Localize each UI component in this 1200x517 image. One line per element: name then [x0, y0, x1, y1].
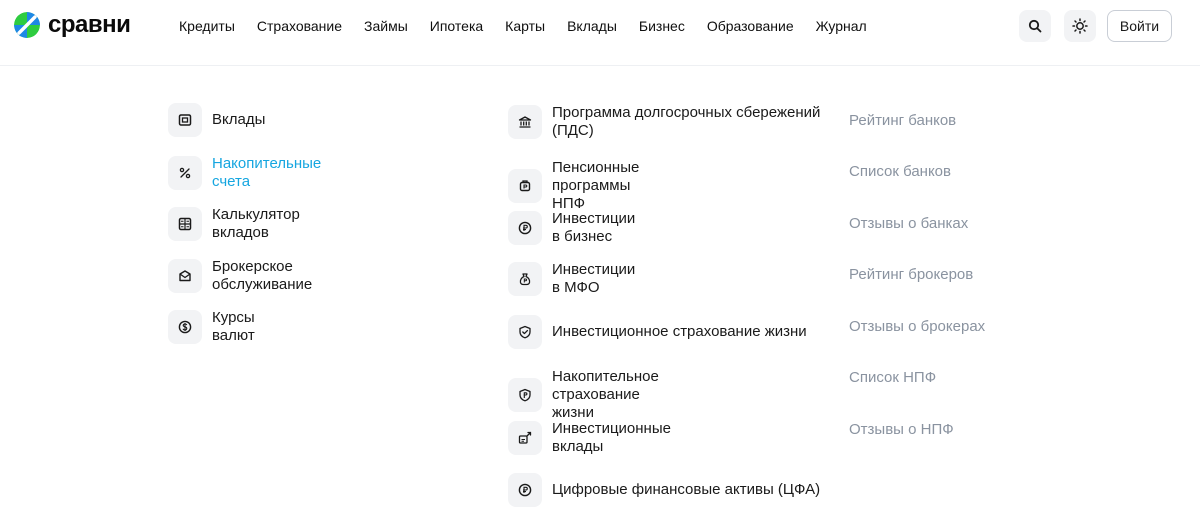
menu-item-savings-accounts[interactable]: Накопительные счета [168, 155, 321, 191]
ruble-coin-icon [518, 221, 532, 235]
nav-item-loans[interactable]: Займы [364, 18, 408, 34]
menu-item-pds[interactable]: Программа долгосрочных сбережений (ПДС) [508, 104, 824, 140]
menu-item-deposit-calculator[interactable]: Калькулятор вкладов [168, 206, 300, 242]
link-npf-reviews[interactable]: Отзывы о НПФ [849, 421, 954, 438]
menu-item-label: Курсы валют [212, 309, 255, 344]
login-button[interactable]: Войти [1107, 10, 1172, 42]
bank-icon [518, 116, 532, 128]
money-bag-icon [519, 273, 531, 286]
nav-item-business[interactable]: Бизнес [639, 18, 685, 34]
nav-item-credits[interactable]: Кредиты [179, 18, 235, 34]
menu-item-savings-life-insurance[interactable]: Накопительное страхование жизни [508, 368, 659, 422]
menu-item-investment-life-insurance[interactable]: Инвестиционное страхование жизни [508, 315, 824, 349]
calculator-icon [178, 217, 192, 231]
nav-item-deposits[interactable]: Вклады [567, 18, 617, 34]
search-button[interactable] [1019, 10, 1051, 42]
menu-item-digital-assets[interactable]: Цифровые финансовые активы (ЦФА) [508, 473, 824, 507]
growth-icon [518, 431, 532, 444]
link-broker-reviews[interactable]: Отзывы о брокерах [849, 318, 985, 335]
link-bank-rating[interactable]: Рейтинг банков [849, 112, 956, 129]
menu-item-label: Инвестиционное страхование жизни [552, 323, 807, 340]
menu-item-label: Калькулятор вкладов [212, 206, 300, 241]
menu-item-label: Инвестиционные вклады [552, 420, 671, 455]
menu-item-brokerage[interactable]: Брокерское обслуживание [168, 258, 312, 294]
menu-item-npf-pension[interactable]: Пенсионные программы НПФ [508, 159, 639, 213]
currency-icon [178, 320, 192, 334]
logo-text: сравни [48, 11, 131, 38]
pension-icon [519, 180, 531, 192]
link-broker-rating[interactable]: Рейтинг брокеров [849, 266, 973, 283]
sun-icon [1072, 18, 1088, 34]
menu-item-business-investments[interactable]: Инвестиции в бизнес [508, 210, 635, 246]
menu-item-label: Накопительное страхование жизни [552, 368, 659, 421]
menu-item-label: Пенсионные программы НПФ [552, 159, 640, 212]
link-bank-list[interactable]: Список банков [849, 163, 951, 180]
menu-item-label: Вклады [212, 111, 266, 128]
menu-item-label: Цифровые финансовые активы (ЦФА) [552, 481, 821, 498]
link-bank-reviews[interactable]: Отзывы о банках [849, 215, 968, 232]
nav-item-education[interactable]: Образование [707, 18, 794, 34]
menu-item-label: Инвестиции в МФО [552, 261, 636, 296]
link-npf-list[interactable]: Список НПФ [849, 369, 936, 386]
search-icon [1028, 19, 1042, 33]
menu-item-mfo-investments[interactable]: Инвестиции в МФО [508, 261, 635, 297]
shield-ruble-icon [519, 388, 531, 402]
menu-item-investment-deposits[interactable]: Инвестиционные вклады [508, 420, 671, 456]
digital-ruble-icon [518, 483, 532, 497]
percent-icon [179, 167, 191, 179]
shield-check-icon [519, 325, 531, 339]
menu-item-exchange-rates[interactable]: Курсы валют [168, 309, 255, 345]
deposit-icon [178, 114, 192, 126]
menu-item-label: Накопительные счета [212, 155, 322, 190]
menu-item-deposits[interactable]: Вклады [168, 103, 265, 137]
nav-item-insurance[interactable]: Страхование [257, 18, 342, 34]
menu-item-label: Программа долгосрочных сбережений (ПДС) [552, 104, 821, 139]
menu-item-label: Брокерское обслуживание [212, 258, 313, 293]
site-header: сравни Кредиты Страхование Займы Ипотека… [0, 0, 1200, 66]
nav-item-mortgage[interactable]: Ипотека [430, 18, 483, 34]
briefcase-icon [179, 270, 191, 282]
main-nav: Кредиты Страхование Займы Ипотека Карты … [179, 0, 889, 52]
theme-toggle-button[interactable] [1064, 10, 1096, 42]
menu-item-label: Инвестиции в бизнес [552, 210, 636, 245]
nav-item-cards[interactable]: Карты [505, 18, 545, 34]
logo[interactable]: сравни [14, 11, 131, 38]
logo-icon [14, 12, 40, 38]
nav-item-journal[interactable]: Журнал [816, 18, 867, 34]
